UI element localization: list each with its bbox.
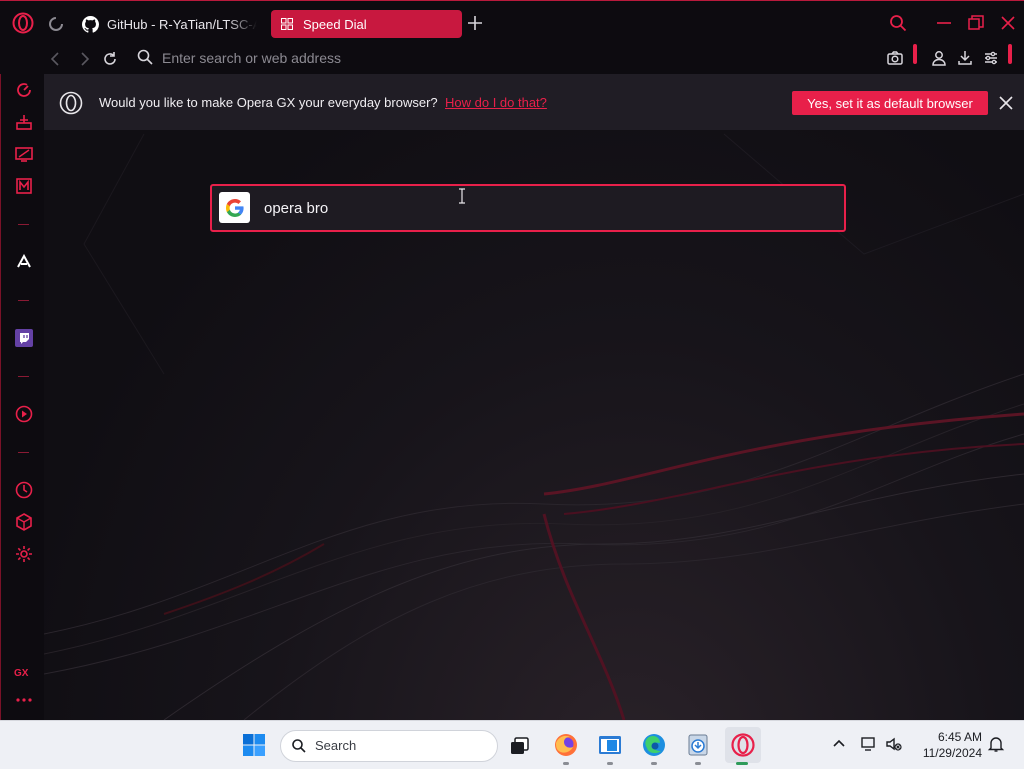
opera-gx-logo-icon[interactable]	[12, 12, 34, 34]
app-installer-icon[interactable]	[684, 731, 712, 759]
snapshot-camera-icon[interactable]	[886, 49, 904, 67]
gx-cleaner-icon[interactable]	[14, 112, 34, 132]
tab-speed-dial-label: Speed Dial	[303, 16, 367, 32]
back-icon[interactable]	[46, 49, 66, 69]
windows-taskbar: Search 6:45 AM 11/29/2024	[0, 720, 1024, 769]
downloads-icon[interactable]	[956, 49, 974, 67]
running-indicator	[607, 762, 613, 765]
close-banner-icon[interactable]	[997, 94, 1015, 112]
speed-dial-grid-icon	[281, 18, 293, 30]
sidebar-separator	[18, 376, 29, 377]
extensions-icon[interactable]	[14, 512, 34, 532]
tab-strip: GitHub - R-YaTian/LTSC-Add-MicrosoftStor…	[0, 0, 1024, 45]
opera-gx-taskbar-icon[interactable]	[729, 731, 757, 759]
new-tab-plus-icon[interactable]	[466, 14, 484, 32]
text-cursor-icon	[459, 188, 465, 204]
tab-speed-dial[interactable]: Speed Dial	[271, 10, 462, 38]
running-indicator	[563, 762, 569, 765]
firefox-icon[interactable]	[552, 731, 580, 759]
background-wallpaper	[44, 133, 1024, 720]
sidebar-separator	[18, 224, 29, 225]
gx-corner-icon[interactable]	[14, 176, 34, 196]
more-dots-icon[interactable]	[14, 696, 34, 704]
forward-icon[interactable]	[74, 49, 94, 69]
set-default-browser-button[interactable]: Yes, set it as default browser	[792, 91, 988, 115]
taskbar-search-icon	[292, 739, 306, 753]
gx-label[interactable]: GX	[14, 668, 28, 679]
file-explorer-icon[interactable]	[596, 731, 624, 759]
twitch-icon[interactable]	[14, 328, 34, 348]
network-display-icon[interactable]	[860, 735, 878, 753]
clock-date: 11/29/2024	[922, 746, 982, 760]
notifications-bell-icon[interactable]	[987, 735, 1005, 753]
reload-icon[interactable]	[100, 49, 120, 69]
speed-dial-search-input[interactable]	[264, 198, 824, 218]
github-icon	[82, 15, 99, 33]
close-window-icon[interactable]	[998, 13, 1018, 33]
how-do-i-do-that-link[interactable]: How do I do that?	[445, 95, 547, 110]
address-bar	[0, 44, 1024, 74]
tab-github-label: GitHub - R-YaTian/LTSC-Add-MicrosoftStor…	[107, 16, 257, 32]
tab-search-icon[interactable]	[888, 13, 908, 33]
running-indicator	[651, 762, 657, 765]
easy-setup-menu-icon[interactable]	[982, 49, 1000, 67]
player-icon[interactable]	[14, 404, 34, 424]
twitch-panel-icon[interactable]	[14, 144, 34, 164]
history-icon[interactable]	[14, 480, 34, 500]
clock-time: 6:45 AM	[937, 730, 982, 744]
windows-start-icon[interactable]	[240, 731, 268, 759]
banner-message: Would you like to make Opera GX your eve…	[99, 95, 438, 110]
task-view-icon[interactable]	[506, 731, 534, 759]
taskbar-search-label: Search	[315, 738, 357, 753]
volume-muted-icon[interactable]	[884, 735, 902, 753]
opera-gx-window: GitHub - R-YaTian/LTSC-Add-MicrosoftStor…	[0, 0, 1024, 720]
google-icon	[219, 192, 250, 223]
settings-icon[interactable]	[14, 544, 34, 564]
edge-icon[interactable]	[640, 731, 668, 759]
taskbar-search-box[interactable]: Search	[280, 730, 498, 762]
restore-icon[interactable]	[966, 13, 986, 33]
accent-indicator	[1008, 44, 1012, 64]
profile-icon[interactable]	[930, 49, 948, 67]
opera-logo-icon	[59, 91, 83, 115]
arc-player-icon[interactable]	[14, 252, 34, 272]
show-hidden-icons-chevron-icon[interactable]	[830, 735, 848, 753]
sidebar-separator	[18, 300, 29, 301]
address-input[interactable]	[162, 47, 762, 69]
running-indicator-active	[736, 762, 748, 765]
sidebar: GX	[0, 74, 45, 720]
loading-spinner-icon	[49, 17, 63, 31]
tab-github[interactable]: GitHub - R-YaTian/LTSC-Add-MicrosoftStor…	[76, 10, 266, 38]
minimize-icon[interactable]	[934, 13, 954, 33]
taskbar-clock[interactable]: 6:45 AM 11/29/2024	[910, 729, 982, 761]
speed-dial-page: Would you like to make Opera GX your eve…	[44, 74, 1024, 720]
gx-control-icon[interactable]	[14, 80, 34, 100]
sidebar-separator	[18, 452, 29, 453]
speed-dial-search-box[interactable]	[210, 184, 846, 232]
default-browser-banner: Would you like to make Opera GX your eve…	[44, 74, 1024, 130]
accent-indicator	[913, 44, 917, 64]
address-search-icon	[137, 49, 153, 65]
running-indicator	[695, 762, 701, 765]
